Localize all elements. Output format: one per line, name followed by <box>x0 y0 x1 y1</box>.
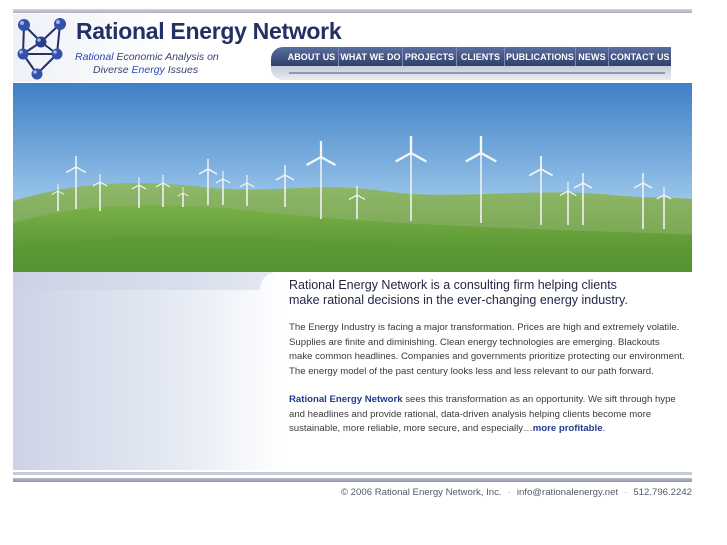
bottom-divider-thick <box>13 478 692 482</box>
text-column: Rational Energy Network is a consulting … <box>289 278 685 451</box>
nav-bar: ABOUT US WHAT WE DO PROJECTS CLIENTS PUB… <box>271 47 671 66</box>
brand-name[interactable]: Rational Energy Network <box>76 18 342 45</box>
tagline-part-1: Economic Analysis on <box>116 51 219 63</box>
nav-clients[interactable]: CLIENTS <box>456 47 504 66</box>
more-profitable-link[interactable]: more profitable <box>533 423 603 434</box>
tagline-rational: Rational <box>75 51 114 63</box>
headline-line-2: make rational decisions in the ever-chan… <box>289 293 628 307</box>
tagline-line-2: Diverse Energy Issues <box>75 64 219 77</box>
wind-farm-illustration <box>13 83 692 272</box>
network-molecule-logo-icon[interactable] <box>15 16 71 80</box>
page: Rational Energy Network Rational Economi… <box>0 0 727 545</box>
tagline-issues: Issues <box>167 64 199 76</box>
tagline-energy: Energy <box>131 64 165 76</box>
logo-panel: Rational Energy Network Rational Economi… <box>13 14 342 82</box>
phone-number: 512.796.2242 <box>633 487 692 498</box>
bottom-divider-thin <box>13 472 692 475</box>
paragraph-opportunity: Rational Energy Network sees this transf… <box>289 393 685 437</box>
nav-underbar <box>271 66 671 80</box>
main-nav: ABOUT US WHAT WE DO PROJECTS CLIENTS PUB… <box>271 47 692 80</box>
paragraph-industry: The Energy Industry is facing a major tr… <box>289 322 685 377</box>
tagline-diverse: Diverse <box>93 64 129 76</box>
site-footer: © 2006 Rational Energy Network, Inc. · inf… <box>341 487 692 498</box>
nav-contact-us[interactable]: CONTACT US <box>608 47 671 66</box>
nav-news[interactable]: NEWS <box>575 47 608 66</box>
top-divider <box>13 9 692 13</box>
content-curve-decoration <box>13 272 275 290</box>
paragraph-end: . <box>602 423 606 434</box>
paragraph-brand-name: Rational Energy Network <box>289 394 403 405</box>
intro-headline: Rational Energy Network is a consulting … <box>289 278 685 308</box>
nav-what-we-do[interactable]: WHAT WE DO <box>338 47 402 66</box>
headline-line-1: Rational Energy Network is a consulting … <box>289 278 617 292</box>
nav-projects[interactable]: PROJECTS <box>402 47 456 66</box>
main-content: Rational Energy Network is a consulting … <box>13 272 692 470</box>
email-link[interactable]: info@rationalenergy.net <box>517 487 618 498</box>
footer-separator: · <box>507 487 511 498</box>
tagline: Rational Economic Analysis on Diverse En… <box>75 51 219 77</box>
nav-about-us[interactable]: ABOUT US <box>285 47 338 66</box>
footer-separator-2: · <box>624 487 628 498</box>
hero-wind-farm-image <box>13 83 692 272</box>
copyright-text: © 2006 Rational Energy Network, Inc. <box>340 487 502 498</box>
site-header: Rational Energy Network Rational Economi… <box>13 14 692 82</box>
nav-publications[interactable]: PUBLICATIONS <box>504 47 575 66</box>
